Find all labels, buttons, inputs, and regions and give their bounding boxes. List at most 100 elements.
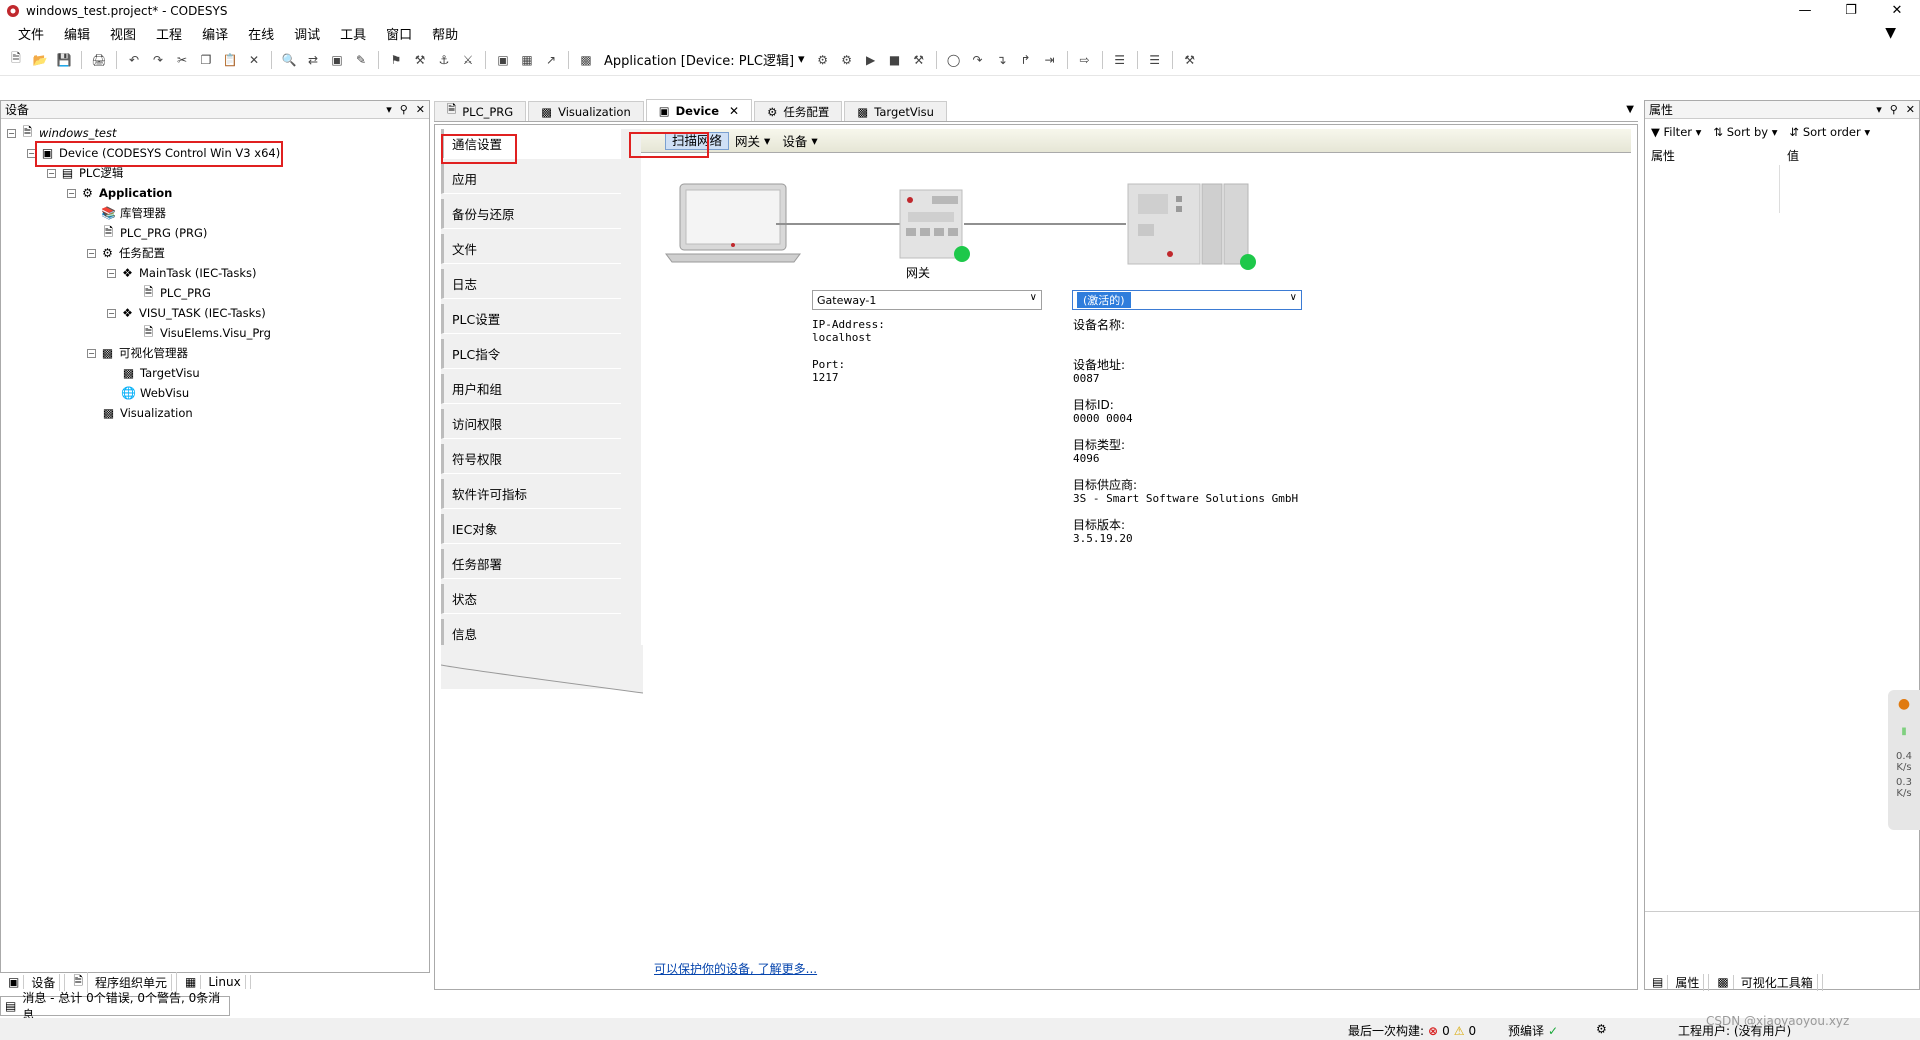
panel-menu-icon[interactable]: ▾ bbox=[386, 101, 392, 119]
tree-node-task-config[interactable]: − ⚙ 任务配置 bbox=[87, 243, 165, 263]
tab-devices[interactable]: ▣ 设备 bbox=[0, 973, 66, 991]
simulation-icon[interactable]: ⚒ bbox=[1180, 50, 1200, 70]
tree-node-application[interactable]: − ⚙ Application bbox=[67, 183, 172, 203]
pin-icon[interactable]: ⚲ bbox=[1890, 101, 1898, 119]
network-speed-widget[interactable]: ● ▮ 0.4 K/s 0.3 K/s bbox=[1888, 690, 1920, 830]
tree-node-target-visu[interactable]: ▩ TargetVisu bbox=[121, 363, 200, 383]
menu-view[interactable]: 视图 bbox=[100, 24, 146, 43]
filter-button[interactable]: ▼ Filter ▾ bbox=[1651, 125, 1701, 139]
collapse-icon[interactable]: − bbox=[87, 248, 96, 258]
sort-by-button[interactable]: ⇅ Sort by ▾ bbox=[1713, 125, 1777, 139]
sort-order-button[interactable]: ⇵ Sort order ▾ bbox=[1790, 125, 1871, 139]
collapse-icon[interactable]: − bbox=[87, 348, 96, 358]
step-out-icon[interactable]: ↱ bbox=[1016, 50, 1036, 70]
tree-node-main-task-prg[interactable]: 🗎 PLC_PRG bbox=[141, 283, 211, 303]
login-icon[interactable]: ⚙ bbox=[813, 50, 833, 70]
nav-license-metrics[interactable]: 软件许可指标 bbox=[441, 479, 621, 509]
panel-menu-icon[interactable]: ▾ bbox=[1876, 101, 1882, 119]
cut-icon[interactable]: ✂ bbox=[172, 50, 192, 70]
tab-visu-toolbox[interactable]: ▩ 可视化工具箱 bbox=[1709, 973, 1823, 991]
tree-node-main-task[interactable]: − ❖ MainTask (IEC-Tasks) bbox=[107, 263, 257, 283]
window-icon[interactable]: ▣ bbox=[493, 50, 513, 70]
network-status-icon[interactable]: ⚙ bbox=[1596, 1022, 1607, 1036]
tree-node-library-manager[interactable]: 📚 库管理器 bbox=[101, 203, 166, 223]
close-panel-icon[interactable]: ✕ bbox=[416, 101, 425, 119]
grid-icon[interactable]: ▦ bbox=[517, 50, 537, 70]
tree-node-project[interactable]: − 🗎 windows_test bbox=[7, 123, 116, 143]
precompile-status[interactable]: 预编译 ✓ bbox=[1508, 1022, 1558, 1039]
tabs-dropdown-icon[interactable]: ▼ bbox=[1626, 104, 1634, 115]
reset-icon[interactable]: ⚒ bbox=[909, 50, 929, 70]
nav-application[interactable]: 应用 bbox=[441, 164, 621, 194]
nav-log[interactable]: 日志 bbox=[441, 269, 621, 299]
redo-icon[interactable]: ↷ bbox=[148, 50, 168, 70]
breakpoint-icon[interactable]: ◯ bbox=[944, 50, 964, 70]
menu-tools[interactable]: 工具 bbox=[330, 24, 376, 43]
bookmark-clear-icon[interactable]: ⚔ bbox=[458, 50, 478, 70]
tree-node-visu-task-prg[interactable]: 🗎 VisuElems.Visu_Prg bbox=[141, 323, 271, 343]
tab-device[interactable]: ▣ Device ✕ bbox=[645, 99, 753, 121]
menu-debug[interactable]: 调试 bbox=[284, 24, 330, 43]
paste-icon[interactable]: 📋 bbox=[220, 50, 240, 70]
undo-icon[interactable]: ↶ bbox=[124, 50, 144, 70]
nav-status[interactable]: 状态 bbox=[441, 584, 621, 614]
bookmark-prev-icon[interactable]: ⚒ bbox=[410, 50, 430, 70]
tab-plc-prg[interactable]: 🗎 PLC_PRG bbox=[434, 101, 527, 121]
save-icon[interactable]: 💾 bbox=[54, 50, 74, 70]
tab-visualization[interactable]: ▩ Visualization bbox=[528, 101, 644, 121]
collapse-icon[interactable]: − bbox=[107, 268, 116, 278]
protect-device-link[interactable]: 可以保护你的设备, 了解更多... bbox=[654, 960, 817, 977]
close-window-button[interactable]: ✕ bbox=[1874, 0, 1920, 22]
stop-icon[interactable]: ■ bbox=[885, 50, 905, 70]
messages-tab[interactable]: ▤ 消息 - 总计 0个错误, 0个警告, 0条消息 bbox=[0, 991, 230, 1022]
nav-iec-objects[interactable]: IEC对象 bbox=[441, 514, 621, 544]
collapse-icon[interactable]: − bbox=[47, 168, 56, 178]
select-all-icon[interactable]: ▣ bbox=[327, 50, 347, 70]
menu-edit[interactable]: 编辑 bbox=[54, 24, 100, 43]
run-to-cursor-icon[interactable]: ⇥ bbox=[1040, 50, 1060, 70]
write-values-icon[interactable]: ☰ bbox=[1110, 50, 1130, 70]
delete-icon[interactable]: ✕ bbox=[244, 50, 264, 70]
visu-icon[interactable]: ▩ bbox=[576, 50, 596, 70]
device-select[interactable]: (激活的) ∨ bbox=[1072, 290, 1302, 310]
start-icon[interactable]: ▶ bbox=[861, 50, 881, 70]
nav-symbol-rights[interactable]: 符号权限 bbox=[441, 444, 621, 474]
filter-icon[interactable]: ▼ bbox=[1875, 25, 1906, 41]
logout-icon[interactable]: ⚙ bbox=[837, 50, 857, 70]
show-next-statement-icon[interactable]: ⇨ bbox=[1075, 50, 1095, 70]
menu-project[interactable]: 工程 bbox=[146, 24, 192, 43]
nav-access-rights[interactable]: 访问权限 bbox=[441, 409, 621, 439]
nav-users-groups[interactable]: 用户和组 bbox=[441, 374, 621, 404]
menu-online[interactable]: 在线 bbox=[238, 24, 284, 43]
device-menu[interactable]: 设备 ▾ bbox=[776, 131, 823, 150]
collapse-icon[interactable]: − bbox=[67, 188, 76, 198]
menu-build[interactable]: 编译 bbox=[192, 24, 238, 43]
tab-linux[interactable]: ▦ Linux bbox=[177, 975, 251, 989]
export-icon[interactable]: ↗ bbox=[541, 50, 561, 70]
open-folder-icon[interactable]: 📂 bbox=[30, 50, 50, 70]
gateway-menu[interactable]: 网关 ▾ bbox=[729, 131, 776, 150]
menu-help[interactable]: 帮助 bbox=[422, 24, 468, 43]
nav-files[interactable]: 文件 bbox=[441, 234, 621, 264]
format-icon[interactable]: ✎ bbox=[351, 50, 371, 70]
tab-properties[interactable]: ▤ 属性 bbox=[1644, 973, 1710, 991]
step-over-icon[interactable]: ↷ bbox=[968, 50, 988, 70]
tree-node-visu-task[interactable]: − ❖ VISU_TASK (IEC-Tasks) bbox=[107, 303, 266, 323]
collapse-icon[interactable]: − bbox=[107, 308, 116, 318]
minimize-button[interactable]: — bbox=[1782, 0, 1828, 22]
menu-file[interactable]: 文件 bbox=[8, 24, 54, 43]
tree-node-plc-prg[interactable]: 🗎 PLC_PRG (PRG) bbox=[101, 223, 208, 243]
find-icon[interactable]: 🔍 bbox=[279, 50, 299, 70]
nav-plc-settings[interactable]: PLC设置 bbox=[441, 304, 621, 334]
new-file-icon[interactable]: 🗎 bbox=[6, 50, 26, 70]
tab-target-visu[interactable]: ▩ TargetVisu bbox=[844, 101, 947, 121]
menu-window[interactable]: 窗口 bbox=[376, 24, 422, 43]
tree-node-visualization[interactable]: ▩ Visualization bbox=[101, 403, 193, 423]
collapse-icon[interactable]: − bbox=[7, 128, 16, 138]
tree-node-web-visu[interactable]: 🌐 WebVisu bbox=[121, 383, 189, 403]
tab-task-config[interactable]: ⚙ 任务配置 bbox=[754, 101, 843, 121]
step-into-icon[interactable]: ↴ bbox=[992, 50, 1012, 70]
print-icon[interactable]: 🖨 bbox=[89, 50, 109, 70]
pin-icon[interactable]: ⚲ bbox=[400, 101, 408, 119]
nav-backup-restore[interactable]: 备份与还原 bbox=[441, 199, 621, 229]
